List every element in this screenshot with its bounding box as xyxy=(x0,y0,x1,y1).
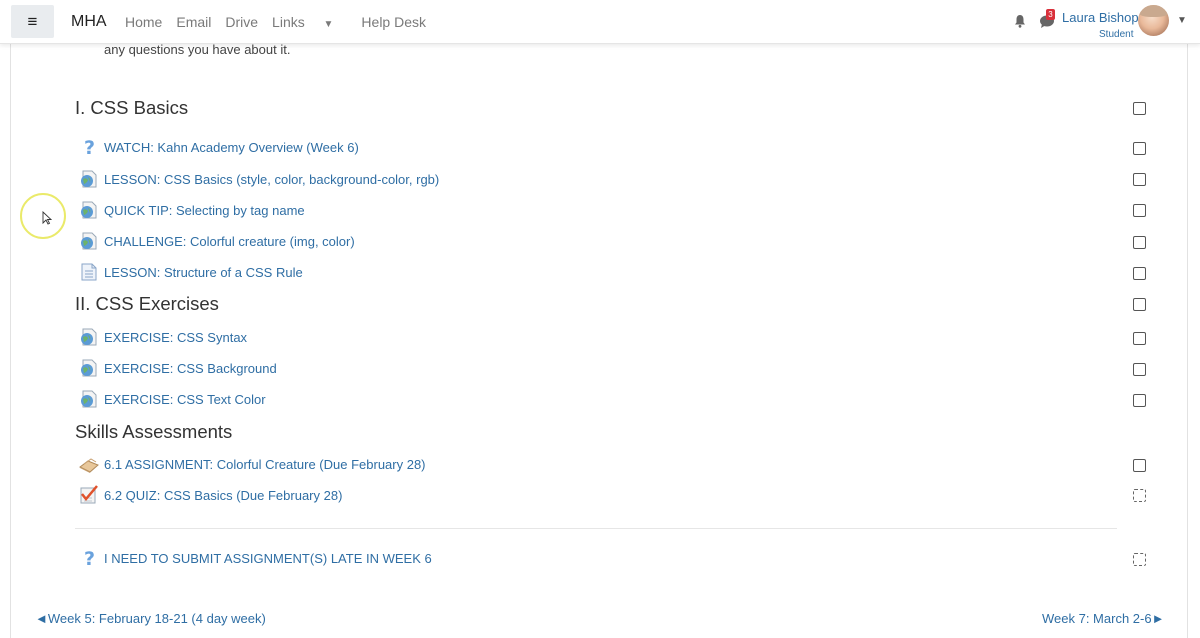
activity-link[interactable]: LESSON: CSS Basics (style, color, backgr… xyxy=(104,172,439,187)
section-completion-checkbox[interactable] xyxy=(1133,298,1146,311)
activity-link[interactable]: EXERCISE: CSS Text Color xyxy=(104,392,266,407)
prev-week-link[interactable]: ◄Week 5: February 18-21 (4 day week) xyxy=(35,611,266,626)
user-name[interactable]: Laura Bishop xyxy=(1062,10,1139,25)
quiz-icon xyxy=(79,485,99,505)
list-item: ? WATCH: Kahn Academy Overview (Week 6) xyxy=(79,136,359,159)
activity-completion-checkbox[interactable] xyxy=(1133,394,1146,407)
activity-link[interactable]: 6.2 QUIZ: CSS Basics (Due February 28) xyxy=(104,488,342,503)
list-item: ? I NEED TO SUBMIT ASSIGNMENT(S) LATE IN… xyxy=(79,547,432,570)
top-navbar: ≡ MHA Home Email Drive Links ▼ Help Desk… xyxy=(0,0,1200,44)
section-completion-checkbox[interactable] xyxy=(1133,102,1146,115)
activity-completion-checkbox[interactable] xyxy=(1133,173,1146,186)
activity-completion-checkbox-auto[interactable] xyxy=(1133,553,1146,566)
activity-completion-checkbox[interactable] xyxy=(1133,142,1146,155)
menu-toggle-button[interactable]: ≡ xyxy=(11,5,54,38)
list-item: LESSON: Structure of a CSS Rule xyxy=(79,261,303,283)
bell-icon[interactable] xyxy=(1013,14,1027,28)
section-title-skills-assessments: Skills Assessments xyxy=(75,421,233,442)
section-title-css-exercises: II. CSS Exercises xyxy=(75,293,219,314)
section-divider xyxy=(75,528,1117,529)
activity-link[interactable]: EXERCISE: CSS Syntax xyxy=(104,330,247,345)
page-frame-right xyxy=(1187,44,1188,638)
activity-link[interactable]: I NEED TO SUBMIT ASSIGNMENT(S) LATE IN W… xyxy=(104,551,432,566)
activity-link[interactable]: EXERCISE: CSS Background xyxy=(104,361,277,376)
activity-completion-checkbox[interactable] xyxy=(1133,267,1146,280)
mouse-pointer-icon xyxy=(42,211,52,225)
globe-page-icon xyxy=(79,200,99,220)
nav-links: Home Email Drive Links ▼ Help Desk xyxy=(125,14,440,30)
nav-link-drive[interactable]: Drive xyxy=(225,14,258,30)
activity-link[interactable]: LESSON: Structure of a CSS Rule xyxy=(104,265,303,280)
list-item: LESSON: CSS Basics (style, color, backgr… xyxy=(79,168,439,190)
activity-completion-checkbox-auto[interactable] xyxy=(1133,489,1146,502)
avatar[interactable] xyxy=(1138,5,1169,36)
activity-link[interactable]: WATCH: Kahn Academy Overview (Week 6) xyxy=(104,140,359,155)
activity-completion-checkbox[interactable] xyxy=(1133,459,1146,472)
site-brand[interactable]: MHA xyxy=(71,13,107,31)
notification-badge: 3 xyxy=(1046,9,1055,20)
globe-page-icon xyxy=(79,169,99,189)
svg-text:?: ? xyxy=(84,137,95,157)
activity-completion-checkbox[interactable] xyxy=(1133,204,1146,217)
user-menu-caret-icon[interactable]: ▼ xyxy=(1177,15,1187,26)
activity-completion-checkbox[interactable] xyxy=(1133,236,1146,249)
nav-link-home[interactable]: Home xyxy=(125,14,162,30)
activity-link[interactable]: QUICK TIP: Selecting by tag name xyxy=(104,203,305,218)
activity-link[interactable]: 6.1 ASSIGNMENT: Colorful Creature (Due F… xyxy=(104,457,426,472)
page-frame-left xyxy=(10,44,11,638)
section-title-css-basics: I. CSS Basics xyxy=(75,97,189,118)
list-item: 6.2 QUIZ: CSS Basics (Due February 28) xyxy=(79,484,342,506)
globe-page-icon xyxy=(79,389,99,409)
nav-link-help-desk[interactable]: Help Desk xyxy=(361,14,426,30)
page-icon xyxy=(79,262,99,282)
list-item: EXERCISE: CSS Text Color xyxy=(79,388,266,410)
user-role: Student xyxy=(1099,29,1134,40)
caret-down-icon: ▼ xyxy=(320,19,334,30)
activity-link[interactable]: CHALLENGE: Colorful creature (img, color… xyxy=(104,234,355,249)
list-item: 6.1 ASSIGNMENT: Colorful Creature (Due F… xyxy=(79,453,426,475)
intro-text: any questions you have about it. xyxy=(104,42,291,57)
nav-link-email[interactable]: Email xyxy=(176,14,211,30)
nav-link-links-label: Links xyxy=(272,14,305,30)
list-item: EXERCISE: CSS Syntax xyxy=(79,326,247,348)
list-item: EXERCISE: CSS Background xyxy=(79,357,277,379)
question-icon: ? xyxy=(79,548,99,570)
assignment-icon xyxy=(79,454,99,474)
list-item: QUICK TIP: Selecting by tag name xyxy=(79,199,305,221)
globe-page-icon xyxy=(79,231,99,251)
question-icon: ? xyxy=(79,137,99,159)
hamburger-icon: ≡ xyxy=(27,11,38,31)
list-item: CHALLENGE: Colorful creature (img, color… xyxy=(79,230,355,252)
next-week-link[interactable]: Week 7: March 2-6► xyxy=(1042,611,1164,626)
activity-completion-checkbox[interactable] xyxy=(1133,363,1146,376)
globe-page-icon xyxy=(79,327,99,347)
activity-completion-checkbox[interactable] xyxy=(1133,332,1146,345)
nav-link-links-dropdown[interactable]: Links ▼ xyxy=(272,14,347,30)
globe-page-icon xyxy=(79,358,99,378)
svg-text:?: ? xyxy=(84,548,95,568)
